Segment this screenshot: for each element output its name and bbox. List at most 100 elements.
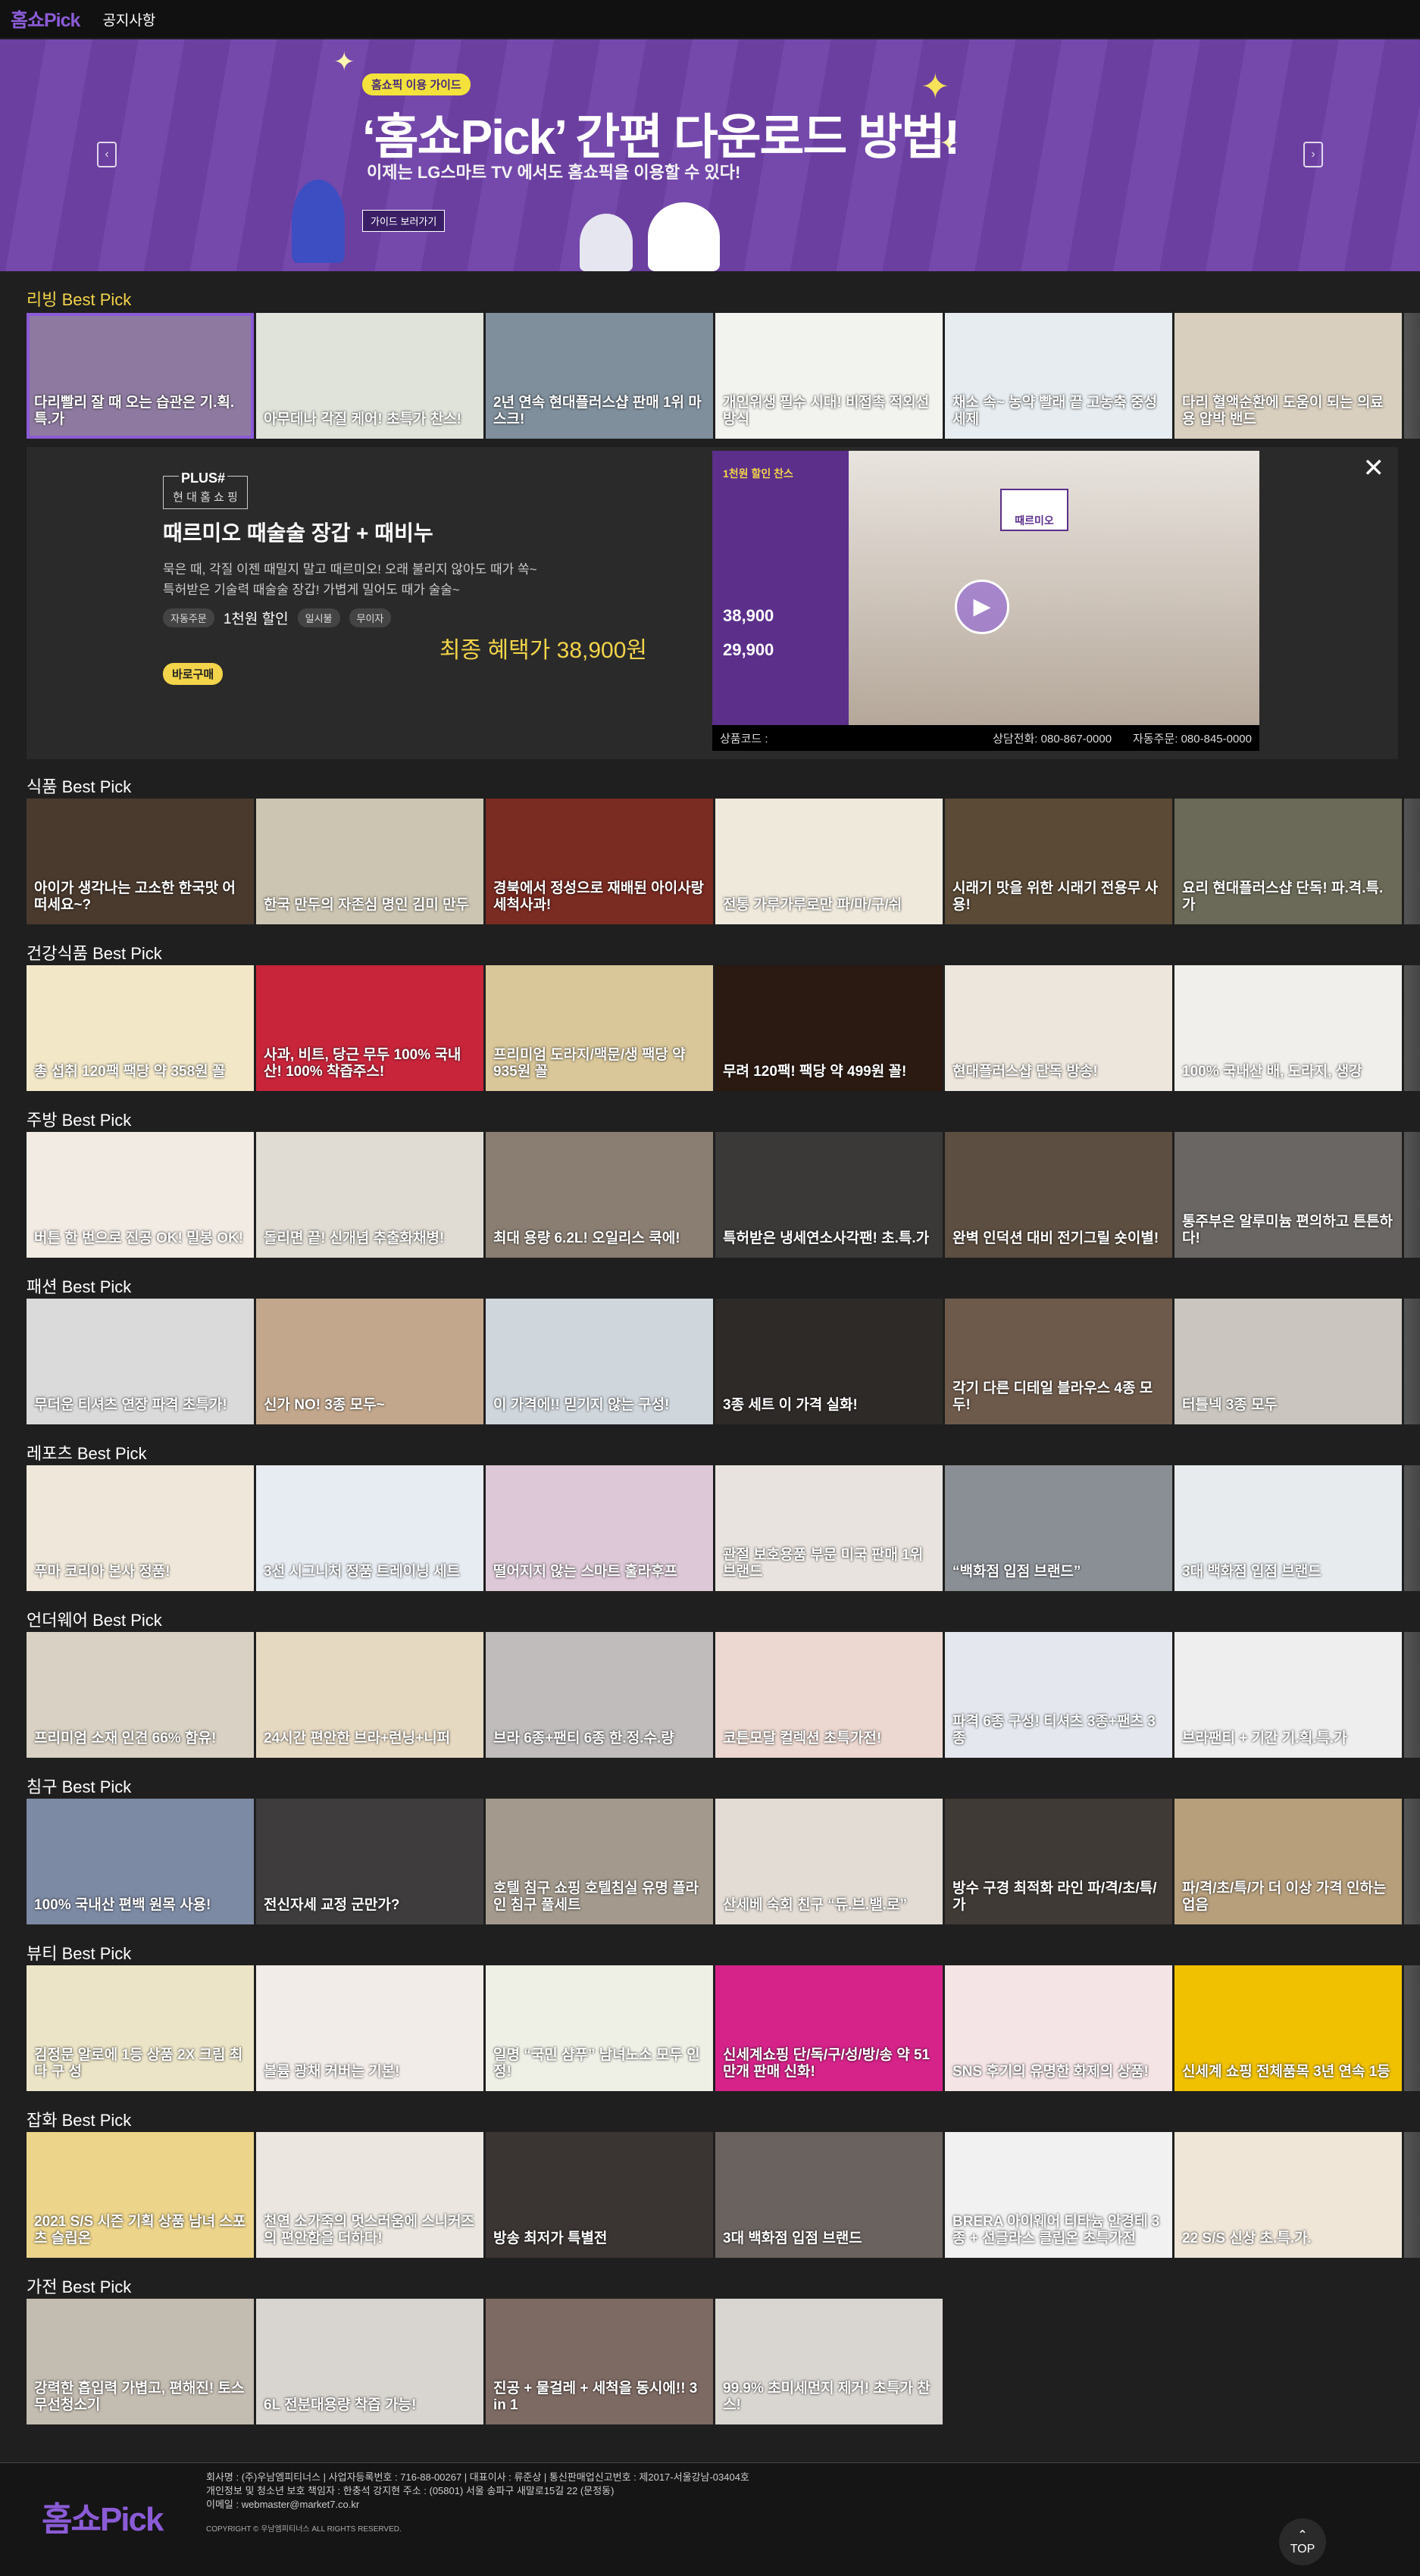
next-thumbnail-peek[interactable] bbox=[1404, 965, 1420, 1091]
product-thumbnail[interactable]: 시래기 맛을 위한 시래기 전용무 사용! bbox=[945, 799, 1172, 924]
product-thumbnail[interactable]: 무더운 티셔츠 연장 파격 초특가! bbox=[27, 1299, 254, 1424]
product-thumbnail[interactable]: 요리 현대플러스샵 단독! 파.격.특.가 bbox=[1174, 799, 1402, 924]
product-thumbnail[interactable]: 버튼 한 번으로 진공 OK! 밀봉 OK! bbox=[27, 1132, 254, 1258]
buy-now-button[interactable]: 바로구매 bbox=[163, 663, 224, 685]
product-thumbnail[interactable]: 사과, 비트, 당근 무두 100% 국내산! 100% 착즙주스! bbox=[256, 965, 483, 1091]
product-thumbnail[interactable]: 코튼모달 컬렉션 초특가전! bbox=[715, 1632, 943, 1758]
play-icon[interactable]: ▶ bbox=[955, 580, 1009, 634]
section-title: 가전 Best Pick bbox=[27, 2277, 132, 2296]
product-thumbnail[interactable]: 천연 소가죽의 멋스러움에 스니커즈의 편안함을 더하다! bbox=[256, 2132, 483, 2258]
product-thumbnail[interactable]: 최대 용량 6.2L! 오일리스 쿡에! bbox=[486, 1132, 713, 1258]
next-thumbnail-peek[interactable] bbox=[1404, 799, 1420, 924]
chevron-right-icon[interactable]: › bbox=[1303, 142, 1323, 167]
thumbnail-caption: 현대플러스샵 단독 방송! bbox=[952, 1064, 1098, 1080]
product-thumbnail[interactable]: 떨어지지 않는 스마트 훌라후프 bbox=[486, 1465, 713, 1591]
product-thumbnail[interactable]: 채소 속~ 농약 빨래 끝 고농축 중성세제 bbox=[945, 313, 1172, 439]
product-thumbnail[interactable]: 호텔 침구 쇼핑 호텔침실 유명 플라인 침구 풀세트 bbox=[486, 1799, 713, 1924]
guide-banner[interactable]: ‹ › ✦ ✦ ✦ 홈쇼픽 이용 가이드 ‘홈쇼Pick’ 간편 다운로드 방법… bbox=[0, 39, 1420, 271]
next-thumbnail-peek[interactable] bbox=[1404, 1299, 1420, 1424]
next-thumbnail-peek[interactable] bbox=[1404, 1632, 1420, 1758]
product-thumbnail[interactable]: 100% 국내산 편백 원목 사용! bbox=[27, 1799, 254, 1924]
next-thumbnail-peek[interactable] bbox=[1404, 1799, 1420, 1924]
product-thumbnail[interactable]: 김정문 알로에 1등 상품 2X 크림 최 다 구 성 bbox=[27, 1965, 254, 2091]
product-thumbnail[interactable]: 전통 가루가루로만 파/마/구/쉬 bbox=[715, 799, 943, 924]
product-thumbnail[interactable]: 24시간 편안한 브라+런닝+니퍼 bbox=[256, 1632, 483, 1758]
thumbnail-caption: 무더운 티셔츠 연장 파격 초특가! bbox=[34, 1397, 227, 1414]
product-thumbnail[interactable]: 특허받은 냉세연소사각팬! 초.특.가 bbox=[715, 1132, 943, 1258]
product-thumbnail[interactable]: 신세계쇼핑 단/독/구/성/방/송 약 51만개 판매 신화! bbox=[715, 1965, 943, 2091]
product-thumbnail[interactable]: 총 섭취 120팩 팩당 약 358원 꼴 bbox=[27, 965, 254, 1091]
product-thumbnail[interactable]: 2년 연속 현대플러스샵 판매 1위 마스크! bbox=[486, 313, 713, 439]
product-thumbnail[interactable]: BRERA 아이웨어 티타늄 안경테 3종 + 선글라스 클립온 초특가전 bbox=[945, 2132, 1172, 2258]
thumbnail-caption: 요리 현대플러스샵 단독! 파.격.특.가 bbox=[1182, 880, 1384, 914]
product-thumbnail[interactable]: 99.9% 초미세먼지 제거! 초특가 찬스! bbox=[715, 2299, 943, 2424]
product-thumbnail[interactable]: 방수 구경 최적화 라인 파/격/초/특/가 bbox=[945, 1799, 1172, 1924]
thumbnail-caption: BRERA 아이웨어 티타늄 안경테 3종 + 선글라스 클립온 초특가전 bbox=[952, 2214, 1160, 2247]
product-thumbnail[interactable]: 진공 + 물걸레 + 세척을 동시에!! 3 in 1 bbox=[486, 2299, 713, 2424]
next-thumbnail-peek[interactable] bbox=[1404, 313, 1420, 439]
product-thumbnail[interactable]: 무려 120팩! 팩당 약 499원 꼴! bbox=[715, 965, 943, 1091]
thumbnail-caption: 관절 보호용품 부문 미국 판매 1위 브랜드 bbox=[723, 1547, 924, 1580]
product-title: 때르미오 때술술 장갑 + 때비누 bbox=[163, 521, 433, 545]
thumbnail-caption: 3선 시그니처 정품 트레이닝 세트 bbox=[264, 1564, 460, 1580]
product-thumbnail[interactable]: SNS 후기의 유명한 화제의 상품! bbox=[945, 1965, 1172, 2091]
desc-line: 특허받은 기술력 때술술 장갑! 가볍게 밀어도 때가 술술~ bbox=[163, 583, 460, 598]
product-thumbnail[interactable]: 볼륨 광채 커버는 기본! bbox=[256, 1965, 483, 2091]
product-thumbnail[interactable]: 3종 세트 이 가격 실화! bbox=[715, 1299, 943, 1424]
product-thumbnail[interactable]: 통주부은 알루미늄 편의하고 튼튼하다! bbox=[1174, 1132, 1402, 1258]
next-thumbnail-peek[interactable] bbox=[1404, 1465, 1420, 1591]
scroll-top-button[interactable]: ⌃ TOP bbox=[1279, 2518, 1326, 2565]
product-thumbnail[interactable]: “백화점 입점 브랜드” bbox=[945, 1465, 1172, 1591]
product-thumbnail[interactable]: 아이가 생각나는 고소한 한국맛 어떠세요~? bbox=[27, 799, 254, 924]
product-thumbnail[interactable]: 다리 혈액순환에 도움이 되는 의료용 압박 밴드 bbox=[1174, 313, 1402, 439]
nav-notice-link[interactable]: 공지사항 bbox=[102, 9, 155, 30]
product-thumbnail[interactable]: 돌리면 끝! 신개념 추출화채병! bbox=[256, 1132, 483, 1258]
product-video[interactable]: 1천원 할인 찬스 38,900 29,900 때르미오 ▶ bbox=[712, 451, 1259, 725]
product-thumbnail[interactable]: 관절 보호용품 부문 미국 판매 1위 브랜드 bbox=[715, 1465, 943, 1591]
next-thumbnail-peek[interactable] bbox=[1404, 1132, 1420, 1258]
product-thumbnail[interactable]: 프리미엄 소재 인견 66% 함유! bbox=[27, 1632, 254, 1758]
next-thumbnail-peek[interactable] bbox=[1404, 1965, 1420, 2091]
product-thumbnail[interactable]: 각기 다른 디테일 블라우스 4종 모두! bbox=[945, 1299, 1172, 1424]
product-thumbnail[interactable]: 2021 S/S 시즌 기획 상품 남녀 스포츠 슬립온 bbox=[27, 2132, 254, 2258]
product-thumbnail[interactable]: 브라 6종+팬티 6종 한.정.수.량 bbox=[486, 1632, 713, 1758]
product-thumbnail[interactable]: 완벽 인덕션 대비 전기그릴 숏이별! bbox=[945, 1132, 1172, 1258]
product-thumbnail[interactable]: 6L 전분대용량 착즙 가능! bbox=[256, 2299, 483, 2424]
product-thumbnail[interactable]: 개인위생 필수 시대! 비접촉 적외선 방식 bbox=[715, 313, 943, 439]
product-thumbnail[interactable]: 터틀넥 3종 모두 bbox=[1174, 1299, 1402, 1424]
product-thumbnail[interactable]: 신세계 쇼핑 전체품목 3년 연속 1등 bbox=[1174, 1965, 1402, 2091]
product-row: 총 섭취 120팩 팩당 약 358원 꼴 사과, 비트, 당근 무두 100% … bbox=[27, 965, 1420, 1091]
next-thumbnail-peek[interactable] bbox=[1404, 2132, 1420, 2258]
close-icon[interactable]: ✕ bbox=[1363, 453, 1385, 483]
product-thumbnail[interactable]: 산세베 숙회 친구 “듀.브.밸.로” bbox=[715, 1799, 943, 1924]
product-thumbnail[interactable]: 파/격/초/특/가 더 이상 가격 인하는 업음 bbox=[1174, 1799, 1402, 1924]
product-thumbnail[interactable]: 신가 NO! 3종 모두~ bbox=[256, 1299, 483, 1424]
product-thumbnail[interactable]: 현대플러스샵 단독 방송! bbox=[945, 965, 1172, 1091]
product-thumbnail[interactable]: 3선 시그니처 정품 트레이닝 세트 bbox=[256, 1465, 483, 1591]
brand-badge: PLUS# 현 대 홈 쇼 핑 bbox=[163, 470, 248, 509]
product-thumbnail[interactable]: 100% 국내산 배, 도라지, 생강 bbox=[1174, 965, 1402, 1091]
product-thumbnail[interactable]: 아무데나 각질 케어! 초특가 찬스! bbox=[256, 313, 483, 439]
chevron-left-icon[interactable]: ‹ bbox=[97, 142, 117, 167]
product-thumbnail[interactable]: 다리빨리 잘 때 오는 습관은 기.획.특.가 bbox=[27, 313, 254, 439]
site-logo[interactable]: 홈쇼Pick bbox=[11, 5, 80, 33]
product-thumbnail[interactable]: 한국 만두의 자존심 명인 김미 만두 bbox=[256, 799, 483, 924]
product-thumbnail[interactable]: 3대 백화점 입점 브랜드 bbox=[715, 2132, 943, 2258]
product-thumbnail[interactable]: 프리미엄 도라지/맥문/생 팩당 약 935원 꼴 bbox=[486, 965, 713, 1091]
product-thumbnail[interactable]: 브라팬티 + 기간 기.획.특.가 bbox=[1174, 1632, 1402, 1758]
product-thumbnail[interactable]: 22 S/S 신상 초.특.가. bbox=[1174, 2132, 1402, 2258]
product-thumbnail[interactable]: 강력한 흡입력 가볍고, 편해진! 토스 무선청소기 bbox=[27, 2299, 254, 2424]
product-thumbnail[interactable]: 푸마 코리아 본사 정품! bbox=[27, 1465, 254, 1591]
top-label: TOP bbox=[1290, 2543, 1315, 2556]
product-thumbnail[interactable]: 3대 백화점 입점 브랜드 bbox=[1174, 1465, 1402, 1591]
thumbnail-caption: 시래기 맛을 위한 시래기 전용무 사용! bbox=[952, 880, 1159, 914]
product-thumbnail[interactable]: 일명 “국민 샴푸” 남녀노소 모두 인정! bbox=[486, 1965, 713, 2091]
product-thumbnail[interactable]: 파격 6종 구성! 티셔츠 3종+팬츠 3종 bbox=[945, 1632, 1172, 1758]
product-thumbnail[interactable]: 이 가격에!! 믿기지 않는 구성! bbox=[486, 1299, 713, 1424]
product-thumbnail[interactable]: 방송 최저가 특별전 bbox=[486, 2132, 713, 2258]
guide-button[interactable]: 가이드 보러가기 bbox=[362, 210, 446, 232]
thumbnail-caption: 볼륨 광채 커버는 기본! bbox=[264, 2064, 400, 2080]
thumbnail-caption: 강력한 흡입력 가볍고, 편해진! 토스 무선청소기 bbox=[34, 2381, 245, 2414]
product-thumbnail[interactable]: 경북에서 정성으로 재배된 아이사랑 세척사과! bbox=[486, 799, 713, 924]
product-thumbnail[interactable]: 전신자세 교정 군만가? bbox=[256, 1799, 483, 1924]
